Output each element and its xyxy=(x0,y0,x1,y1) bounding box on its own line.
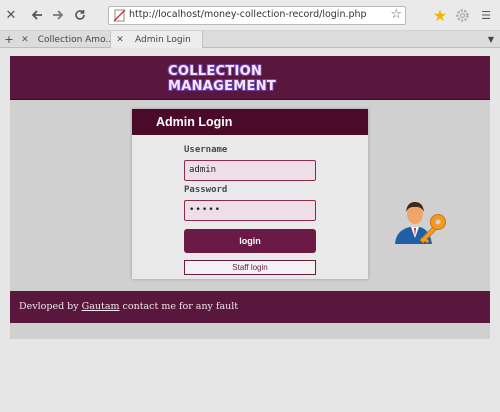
tab-list-button[interactable]: ▼ xyxy=(482,31,500,48)
forward-button[interactable] xyxy=(48,5,68,25)
username-label: Username xyxy=(184,145,228,155)
site-logo: COLLECTION MANAGEMENT xyxy=(168,64,352,94)
tab-label: Admin Login xyxy=(135,34,191,45)
login-title: Admin Login xyxy=(132,109,368,135)
login-card: Admin Login Username admin Password ••••… xyxy=(132,109,368,279)
admin-key-icon xyxy=(395,202,446,244)
tab-admin-login[interactable]: ✕ Admin Login xyxy=(110,31,203,48)
tab-label: Collection Amo... xyxy=(37,34,114,45)
page-viewport: COLLECTION MANAGEMENT Admin Login Userna… xyxy=(0,48,500,412)
address-bar[interactable]: http://localhost/money-collection-record… xyxy=(108,6,406,25)
close-icon: ✕ xyxy=(5,7,17,23)
menu-button[interactable]: ☰ xyxy=(476,5,496,25)
tab-close-icon[interactable]: ✕ xyxy=(18,35,32,45)
tab-collection-amount[interactable]: ✕ Collection Amo... xyxy=(18,31,114,48)
site-header: COLLECTION MANAGEMENT xyxy=(10,56,490,100)
footer-prefix: Devloped by xyxy=(19,301,82,312)
favorites-button[interactable]: ★ xyxy=(430,5,450,25)
url-page-icon xyxy=(113,9,126,22)
browser-toolbar: ✕ http://localhost/money-collection-reco… xyxy=(0,0,500,31)
password-field[interactable]: ••••• xyxy=(184,200,316,221)
reload-button[interactable] xyxy=(70,5,90,25)
settings-button[interactable] xyxy=(452,5,472,25)
new-tab-button[interactable]: + xyxy=(0,31,18,48)
forward-icon xyxy=(53,10,64,20)
tab-bar: + ✕ Collection Amo... ✕ Admin Login ▼ xyxy=(0,31,500,48)
author-link[interactable]: Gautam xyxy=(82,301,120,312)
back-icon xyxy=(31,10,42,20)
password-label: Password xyxy=(184,185,228,195)
footer-suffix: contact me for any fault xyxy=(119,301,239,312)
menu-icon: ☰ xyxy=(481,8,491,22)
login-button[interactable]: login xyxy=(184,229,316,253)
settings-gear-icon xyxy=(455,8,469,22)
tab-close-icon[interactable]: ✕ xyxy=(111,35,129,45)
staff-login-button[interactable]: Staff login xyxy=(184,260,316,275)
favorites-star-icon: ★ xyxy=(432,5,448,25)
chevron-down-icon: ▼ xyxy=(487,35,495,44)
footer-text: Devloped by Gautam contact me for any fa… xyxy=(19,301,238,312)
bookmark-star-icon[interactable]: ☆ xyxy=(390,7,402,22)
close-window-button[interactable]: ✕ xyxy=(1,5,21,25)
url-text[interactable]: http://localhost/money-collection-record… xyxy=(129,9,367,20)
back-button[interactable] xyxy=(27,5,47,25)
reload-icon xyxy=(75,10,85,20)
logo-text: COLLECTION MANAGEMENT xyxy=(168,63,277,94)
site-footer: Devloped by Gautam contact me for any fa… xyxy=(10,291,490,323)
username-field[interactable]: admin xyxy=(184,160,316,181)
plus-icon: + xyxy=(4,33,14,46)
